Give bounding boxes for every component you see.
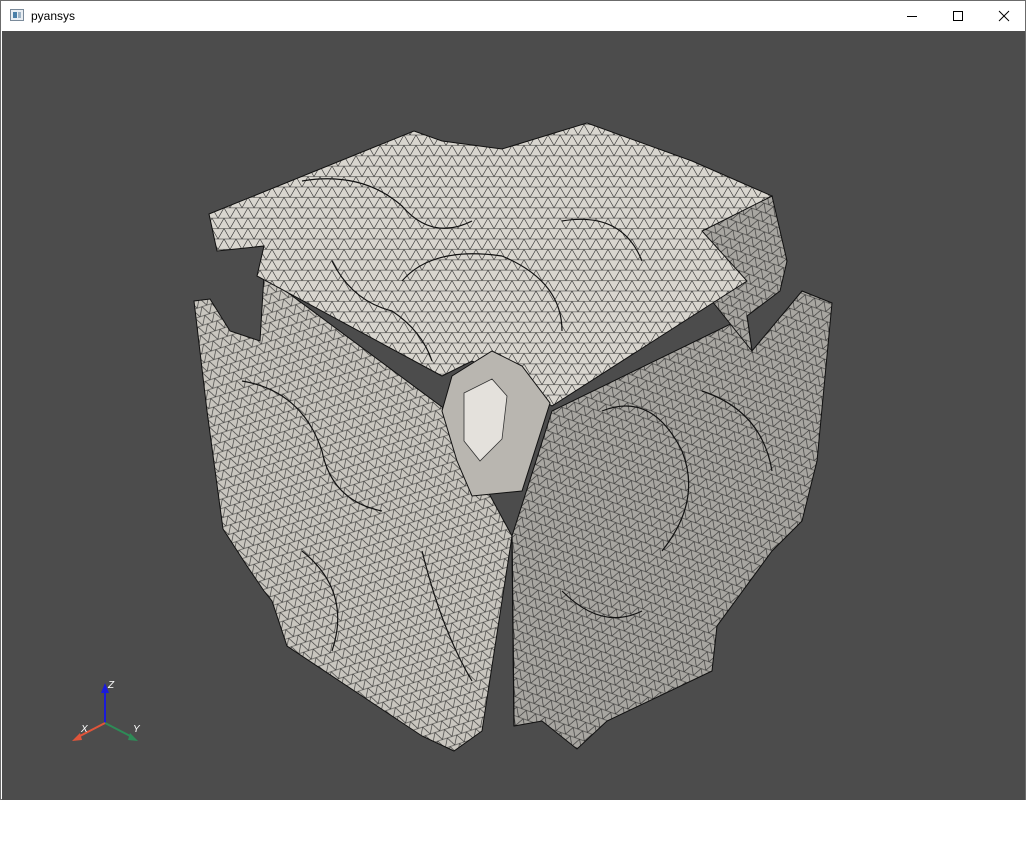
maximize-button[interactable] [935, 1, 981, 31]
minimize-button[interactable] [889, 1, 935, 31]
mesh-scene[interactable]: Z Y X [2, 31, 1025, 800]
app-icon [10, 9, 24, 21]
window-title: pyansys [31, 9, 76, 23]
desktop-background [0, 800, 1026, 844]
title-bar[interactable]: pyansys [1, 1, 1025, 31]
y-axis-label: Y [133, 724, 141, 735]
x-axis-label: X [80, 724, 88, 735]
app-window: pyansys Z Y X [0, 0, 1026, 800]
orientation-axes: Z Y X [72, 680, 141, 741]
close-icon [998, 10, 1010, 22]
maximize-icon [953, 11, 963, 21]
z-axis-label: Z [107, 680, 115, 691]
close-button[interactable] [981, 1, 1026, 31]
render-viewport[interactable]: Z Y X [2, 31, 1025, 800]
minimize-icon [907, 16, 917, 17]
